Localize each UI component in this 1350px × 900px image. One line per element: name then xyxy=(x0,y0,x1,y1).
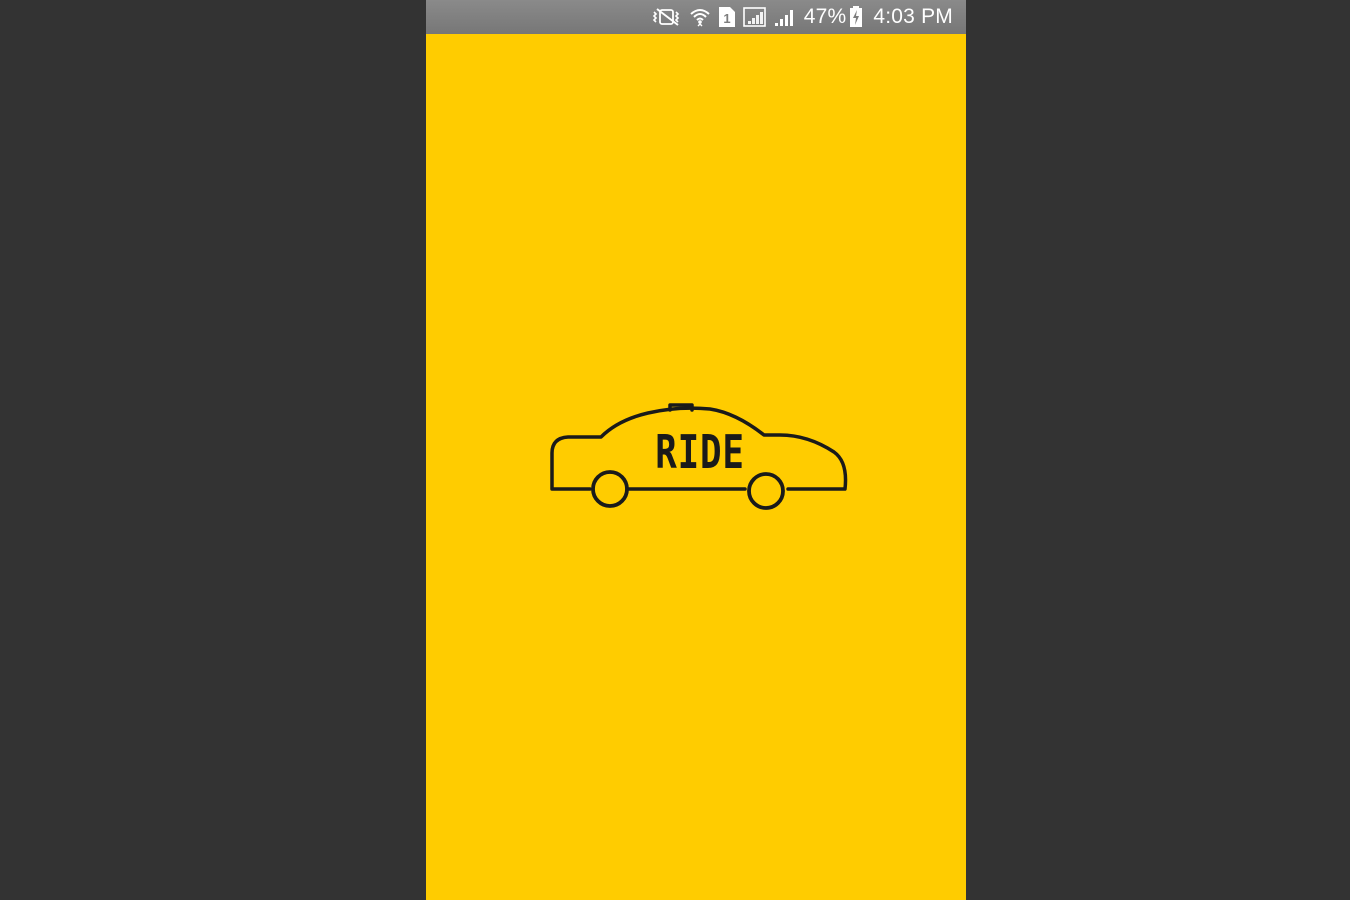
signal-icon xyxy=(774,5,796,29)
vibrate-mute-icon xyxy=(652,5,682,29)
phone-screen: 1 47% 4:03 PM RIDE xyxy=(426,0,966,900)
logo-text: RIDE xyxy=(655,425,745,479)
splash-screen: RIDE xyxy=(426,34,966,900)
signal-empty-icon xyxy=(742,5,767,29)
wifi-icon xyxy=(689,5,711,29)
ride-logo: RIDE xyxy=(548,398,852,514)
clock-time: 4:03 PM xyxy=(873,5,953,28)
battery-percentage: 47% xyxy=(803,5,847,28)
battery-charging-icon xyxy=(849,5,863,29)
screen-backdrop: 1 47% 4:03 PM RIDE xyxy=(0,0,1350,900)
status-bar: 1 47% 4:03 PM xyxy=(426,0,966,34)
sim-1-icon: 1 xyxy=(718,5,736,29)
svg-text:1: 1 xyxy=(723,11,730,26)
